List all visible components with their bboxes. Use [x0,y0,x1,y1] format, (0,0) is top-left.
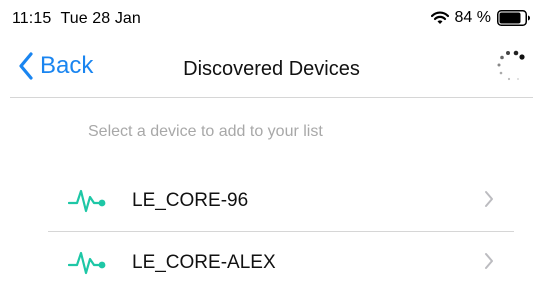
device-row[interactable]: LE_CORE-96 [48,170,514,230]
status-bar: 11:15 Tue 28 Jan 84 % [0,0,543,34]
status-time: 11:15 Tue 28 Jan [12,10,141,28]
page-title: Discovered Devices [183,58,360,80]
status-date: Tue 28 Jan [60,10,141,27]
device-row[interactable]: LE_CORE-ALEX [48,232,514,286]
nav-divider [10,97,533,98]
status-clock: 11:15 [12,10,52,27]
device-name: LE_CORE-96 [132,190,249,211]
battery-percent: 84 % [454,9,491,26]
navigation-bar: Back Discovered Devices [0,34,543,98]
battery-icon [497,10,530,26]
status-indicators: 84 % [430,8,531,28]
wifi-icon [430,11,449,24]
instruction-text: Select a device to add to your list [88,123,323,140]
spinner-icon [497,50,525,81]
chevron-right-icon [485,253,493,269]
screen: 11:15 Tue 28 Jan 84 % Back Discovered De… [0,0,543,286]
pulse-icon [68,189,106,213]
chevron-right-icon [485,191,493,207]
device-name: LE_CORE-ALEX [132,252,276,273]
pulse-icon [68,251,106,275]
